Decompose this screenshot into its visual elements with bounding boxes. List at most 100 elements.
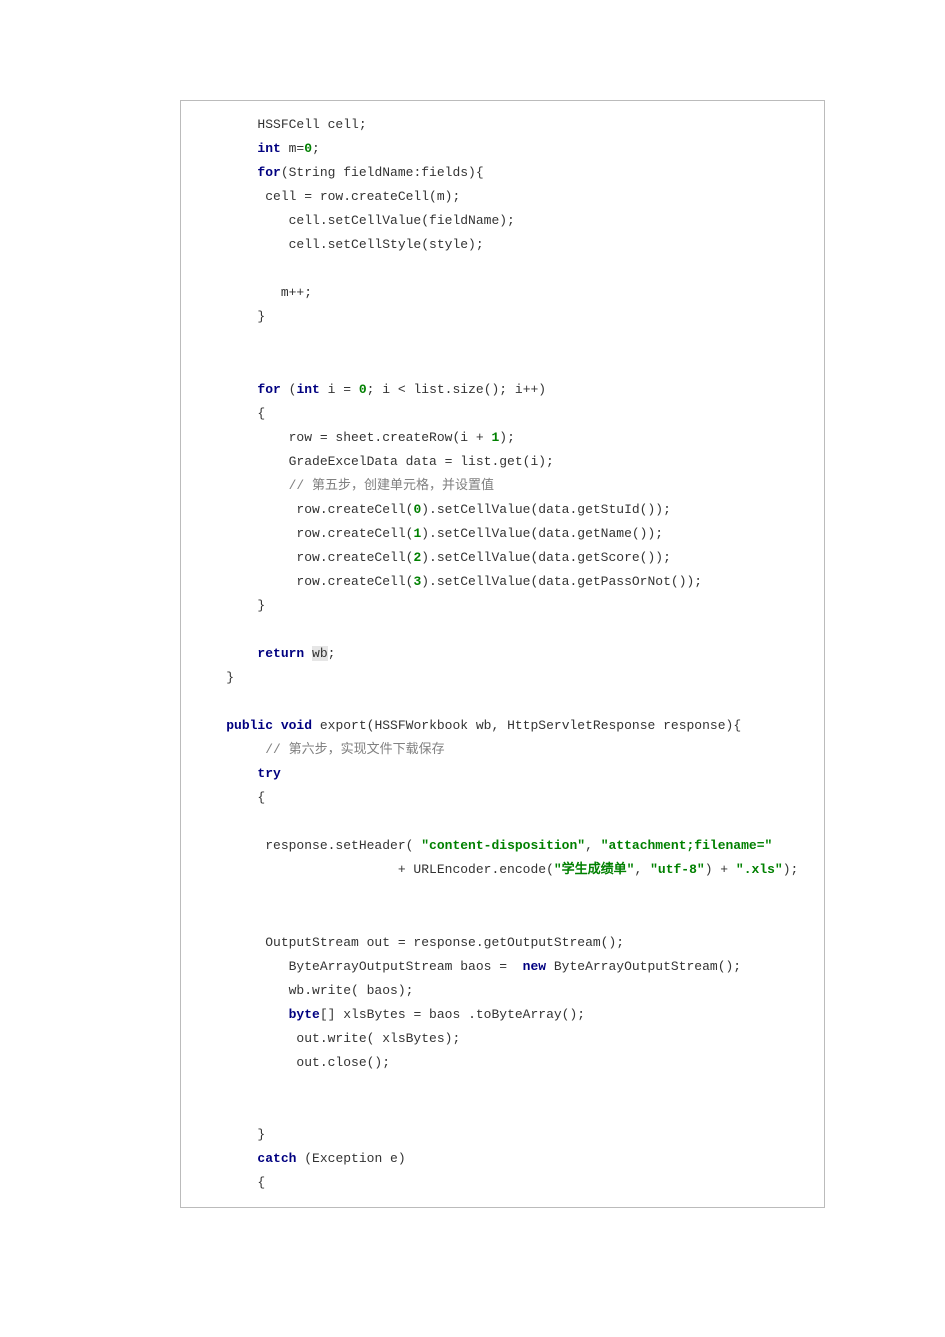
code-token: [195, 141, 257, 156]
code-line: [195, 257, 810, 281]
code-line: return wb;: [195, 642, 810, 666]
code-token: HSSFCell cell;: [195, 117, 367, 132]
code-token: // 第五步，创建单元格，并设置值: [289, 478, 494, 493]
code-line: row = sheet.createRow(i + 1);: [195, 426, 810, 450]
code-token: [195, 1151, 257, 1166]
code-line: wb.write( baos);: [195, 979, 810, 1003]
code-token: {: [195, 790, 265, 805]
code-token: {: [195, 406, 265, 421]
code-token: ).setCellValue(data.getScore());: [421, 550, 671, 565]
code-token: 0: [359, 382, 367, 397]
code-line: ByteArrayOutputStream baos = new ByteArr…: [195, 955, 810, 979]
code-token: try: [257, 766, 280, 781]
code-token: [195, 1007, 289, 1022]
code-token: wb.write( baos);: [195, 983, 413, 998]
code-line: for (int i = 0; i < list.size(); i++): [195, 378, 810, 402]
code-token: row.createCell(: [195, 550, 413, 565]
code-token: "attachment;filename=": [601, 838, 773, 853]
code-line: public void export(HSSFWorkbook wb, Http…: [195, 714, 810, 738]
code-token: + URLEncoder.: [195, 862, 499, 877]
code-line: // 第六步，实现文件下载保存: [195, 738, 810, 762]
code-token: row.createCell(: [195, 526, 413, 541]
code-token: catch: [257, 1151, 296, 1166]
code-token: public void: [226, 718, 312, 733]
code-token: m=: [281, 141, 304, 156]
code-line: for(String fieldName:fields){: [195, 161, 810, 185]
code-line: row.createCell(0).setCellValue(data.getS…: [195, 498, 810, 522]
code-token: int: [296, 382, 319, 397]
code-line: [195, 810, 810, 834]
code-token: ;: [312, 141, 320, 156]
code-token: ByteArrayOutputStream baos =: [195, 959, 523, 974]
code-token: (: [281, 382, 297, 397]
code-token: ; i < list.size(); i++): [367, 382, 546, 397]
code-token: }: [195, 309, 265, 324]
code-token: ;: [328, 646, 336, 661]
code-token: );: [499, 430, 515, 445]
code-line: row.createCell(3).setCellValue(data.getP…: [195, 570, 810, 594]
code-line: cell = row.createCell(m);: [195, 185, 810, 209]
code-token: (Exception e): [296, 1151, 405, 1166]
code-token: 0: [304, 141, 312, 156]
code-token: ).setCellValue(data.getPassOrNot());: [421, 574, 702, 589]
code-line: }: [195, 666, 810, 690]
code-token: out.write( xlsBytes);: [195, 1031, 460, 1046]
code-line: int m=0;: [195, 137, 810, 161]
code-line: // 第五步，创建单元格，并设置值: [195, 474, 810, 498]
code-line: HSSFCell cell;: [195, 113, 810, 137]
code-token: [195, 478, 289, 493]
code-token: new: [523, 959, 546, 974]
code-token: OutputStream out = response.getOutputStr…: [195, 935, 624, 950]
code-line: {: [195, 1171, 810, 1195]
code-token: for: [257, 165, 280, 180]
code-line: {: [195, 402, 810, 426]
code-line: {: [195, 786, 810, 810]
code-line: + URLEncoder.encode("学生成绩单", "utf-8") + …: [195, 858, 810, 882]
code-token: export(HSSFWorkbook wb, HttpServletRespo…: [312, 718, 741, 733]
code-token: "content-disposition": [421, 838, 585, 853]
code-line: out.write( xlsBytes);: [195, 1027, 810, 1051]
code-token: wb: [312, 646, 328, 661]
code-token: ,: [585, 838, 601, 853]
code-token: [195, 646, 257, 661]
code-token: [195, 382, 257, 397]
code-token: ).setCellValue(data.getName());: [421, 526, 663, 541]
code-token: byte: [289, 1007, 320, 1022]
code-token: for: [257, 382, 280, 397]
code-token: {: [195, 1175, 265, 1190]
page-wrapper: HSSFCell cell; int m=0; for(String field…: [20, 100, 945, 1208]
code-line: row.createCell(1).setCellValue(data.getN…: [195, 522, 810, 546]
code-line: catch (Exception e): [195, 1147, 810, 1171]
code-line: GradeExcelData data = list.get(i);: [195, 450, 810, 474]
code-block: HSSFCell cell; int m=0; for(String field…: [180, 100, 825, 1208]
code-token: row = sheet.createRow(i +: [195, 430, 491, 445]
code-token: row.createCell(: [195, 502, 413, 517]
code-token: ByteArrayOutputStream();: [546, 959, 741, 974]
code-token: "学生成绩单": [554, 862, 635, 877]
code-line: [195, 883, 810, 907]
code-token: (: [546, 862, 554, 877]
code-token: (String fieldName:fields){: [281, 165, 484, 180]
code-token: GradeExcelData data = list.get(i);: [195, 454, 554, 469]
code-token: ) +: [705, 862, 736, 877]
code-token: // 第六步，实现文件下载保存: [265, 742, 444, 757]
code-line: [195, 353, 810, 377]
code-token: [195, 718, 226, 733]
code-token: ".xls": [736, 862, 783, 877]
code-token: ).setCellValue(data.getStuId());: [421, 502, 671, 517]
code-token: m++;: [195, 285, 312, 300]
code-token: out.close();: [195, 1055, 390, 1070]
code-line: [195, 690, 810, 714]
code-line: OutputStream out = response.getOutputStr…: [195, 931, 810, 955]
code-line: out.close();: [195, 1051, 810, 1075]
code-line: cell.setCellStyle(style);: [195, 233, 810, 257]
code-token: }: [195, 670, 234, 685]
code-token: row.createCell(: [195, 574, 413, 589]
code-token: ,: [634, 862, 650, 877]
code-token: [] xlsBytes = baos .toByteArray();: [320, 1007, 585, 1022]
code-line: [195, 329, 810, 353]
code-line: }: [195, 594, 810, 618]
code-token: [195, 742, 265, 757]
code-token: cell = row.createCell(m);: [195, 189, 460, 204]
code-token: "utf-8": [650, 862, 705, 877]
